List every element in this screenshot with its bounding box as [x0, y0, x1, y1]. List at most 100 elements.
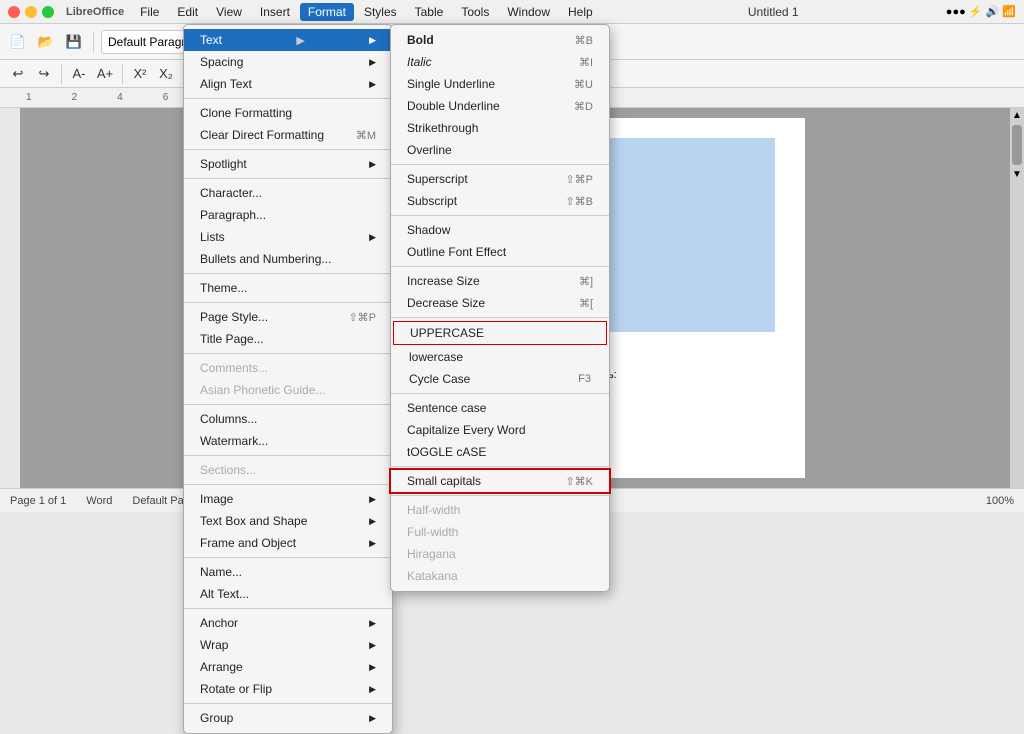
word-label: Word — [86, 495, 112, 507]
text-katakana-item: Katakana — [391, 565, 609, 587]
text-capitalizeword-item[interactable]: Capitalize Every Word — [391, 419, 609, 441]
format-clone-item[interactable]: Clone Formatting — [184, 102, 392, 124]
new-button[interactable]: 📄 — [6, 30, 30, 54]
format-frame-item[interactable]: Frame and Object — [184, 532, 392, 554]
sep5 — [122, 64, 123, 84]
format-alttext-item[interactable]: Alt Text... — [184, 583, 392, 605]
menu-view[interactable]: View — [208, 3, 250, 21]
menu-window[interactable]: Window — [499, 3, 558, 21]
text-dblunderline-item[interactable]: Double Underline ⌘D — [391, 95, 609, 117]
format-asian-item: Asian Phonetic Guide... — [184, 379, 392, 401]
format-wrap-item[interactable]: Wrap — [184, 634, 392, 656]
sep — [391, 495, 609, 496]
sep — [184, 273, 392, 274]
menu-format[interactable]: Format — [300, 3, 354, 21]
page-info: Page 1 of 1 — [10, 495, 66, 507]
format-text-item[interactable]: Text ▶ — [184, 29, 392, 51]
sep — [184, 178, 392, 179]
sep — [184, 484, 392, 485]
open-button[interactable]: 📂 — [34, 30, 58, 54]
format-arrange-item[interactable]: Arrange — [184, 656, 392, 678]
sep — [184, 353, 392, 354]
superscript-button[interactable]: X² — [128, 62, 152, 86]
maximize-button[interactable] — [42, 6, 54, 18]
text-underline-item[interactable]: Single Underline ⌘U — [391, 73, 609, 95]
statusbar-right: 100% — [986, 495, 1014, 507]
sep — [184, 703, 392, 704]
zoom-level: 100% — [986, 495, 1014, 507]
text-smallcaps-item[interactable]: Small capitals ⇧⌘K — [391, 470, 609, 492]
sidebar-left — [0, 108, 20, 488]
menu-insert[interactable]: Insert — [252, 3, 298, 21]
scroll-up-button[interactable]: ▲ — [1012, 110, 1022, 121]
text-hiragana-item: Hiragana — [391, 543, 609, 565]
format-lists-item[interactable]: Lists — [184, 226, 392, 248]
format-anchor-item[interactable]: Anchor — [184, 612, 392, 634]
menu-styles[interactable]: Styles — [356, 3, 405, 21]
text-bold-item[interactable]: Bold ⌘B — [391, 29, 609, 51]
ruler-mark: 1 — [26, 92, 32, 103]
text-halfwidth-item: Half-width — [391, 499, 609, 521]
sep — [184, 455, 392, 456]
text-subscript-item[interactable]: Subscript ⇧⌘B — [391, 190, 609, 212]
format-pagestyle-item[interactable]: Page Style... ⇧⌘P — [184, 306, 392, 328]
format-image-item[interactable]: Image — [184, 488, 392, 510]
format-align-item[interactable]: Align Text — [184, 73, 392, 95]
text-lowercase-item[interactable]: lowercase — [393, 346, 607, 368]
menu-edit[interactable]: Edit — [169, 3, 206, 21]
scroll-thumb[interactable] — [1012, 125, 1022, 165]
format-spotlight-item[interactable]: Spotlight — [184, 153, 392, 175]
format-paragraph-item[interactable]: Paragraph... — [184, 204, 392, 226]
text-decrease-item[interactable]: Decrease Size ⌘[ — [391, 292, 609, 314]
format-theme-item[interactable]: Theme... — [184, 277, 392, 299]
text-submenu: Bold ⌘B Italic ⌘I Single Underline ⌘U Do… — [390, 24, 610, 592]
scroll-down-button[interactable]: ▼ — [1012, 169, 1022, 180]
undo-button[interactable]: ↩ — [6, 62, 30, 86]
text-strikethrough-item[interactable]: Strikethrough — [391, 117, 609, 139]
menu-file[interactable]: File — [132, 3, 167, 21]
menu-table[interactable]: Table — [407, 3, 452, 21]
text-italic-item[interactable]: Italic ⌘I — [391, 51, 609, 73]
text-fullwidth-item: Full-width — [391, 521, 609, 543]
text-cyclecase-item[interactable]: Cycle Case F3 — [393, 368, 607, 390]
sep4 — [61, 64, 62, 84]
text-sentencecase-item[interactable]: Sentence case — [391, 397, 609, 419]
format-character-item[interactable]: Character... — [184, 182, 392, 204]
text-superscript-item[interactable]: Superscript ⇧⌘P — [391, 168, 609, 190]
format-clear-item[interactable]: Clear Direct Formatting ⌘M — [184, 124, 392, 146]
sep — [391, 215, 609, 216]
text-overline-item[interactable]: Overline — [391, 139, 609, 161]
text-uppercase-item[interactable]: UPPERCASE — [393, 321, 607, 345]
scrollbar-vertical[interactable]: ▲ ▼ — [1010, 108, 1024, 488]
font-size-down[interactable]: A- — [67, 62, 91, 86]
sep — [184, 149, 392, 150]
sep — [184, 98, 392, 99]
close-button[interactable] — [8, 6, 20, 18]
menubar: LibreOffice File Edit View Insert Format… — [0, 0, 1024, 24]
text-togglecase-item[interactable]: tOGGLE cASE — [391, 441, 609, 463]
format-name-item[interactable]: Name... — [184, 561, 392, 583]
menu-tools[interactable]: Tools — [453, 3, 497, 21]
text-increase-item[interactable]: Increase Size ⌘] — [391, 270, 609, 292]
format-columns-item[interactable]: Columns... — [184, 408, 392, 430]
font-size-up[interactable]: A+ — [93, 62, 117, 86]
subscript-button[interactable]: X₂ — [154, 62, 178, 86]
menu-help[interactable]: Help — [560, 3, 601, 21]
format-textbox-item[interactable]: Text Box and Shape — [184, 510, 392, 532]
save-button[interactable]: 💾 — [62, 30, 86, 54]
format-spacing-item[interactable]: Spacing — [184, 51, 392, 73]
minimize-button[interactable] — [25, 6, 37, 18]
text-outline-item[interactable]: Outline Font Effect — [391, 241, 609, 263]
format-bullets-item[interactable]: Bullets and Numbering... — [184, 248, 392, 270]
ruler-mark: 4 — [117, 92, 123, 103]
system-icons: ●●● ⚡ 🔊 📶 — [946, 5, 1016, 18]
sep1 — [93, 32, 94, 52]
sep — [184, 608, 392, 609]
text-shadow-item[interactable]: Shadow — [391, 219, 609, 241]
format-titlepage-item[interactable]: Title Page... — [184, 328, 392, 350]
app-logo: LibreOffice — [66, 6, 124, 18]
redo-button[interactable]: ↪ — [32, 62, 56, 86]
format-group-item[interactable]: Group — [184, 707, 392, 729]
format-rotate-item[interactable]: Rotate or Flip — [184, 678, 392, 700]
format-watermark-item[interactable]: Watermark... — [184, 430, 392, 452]
